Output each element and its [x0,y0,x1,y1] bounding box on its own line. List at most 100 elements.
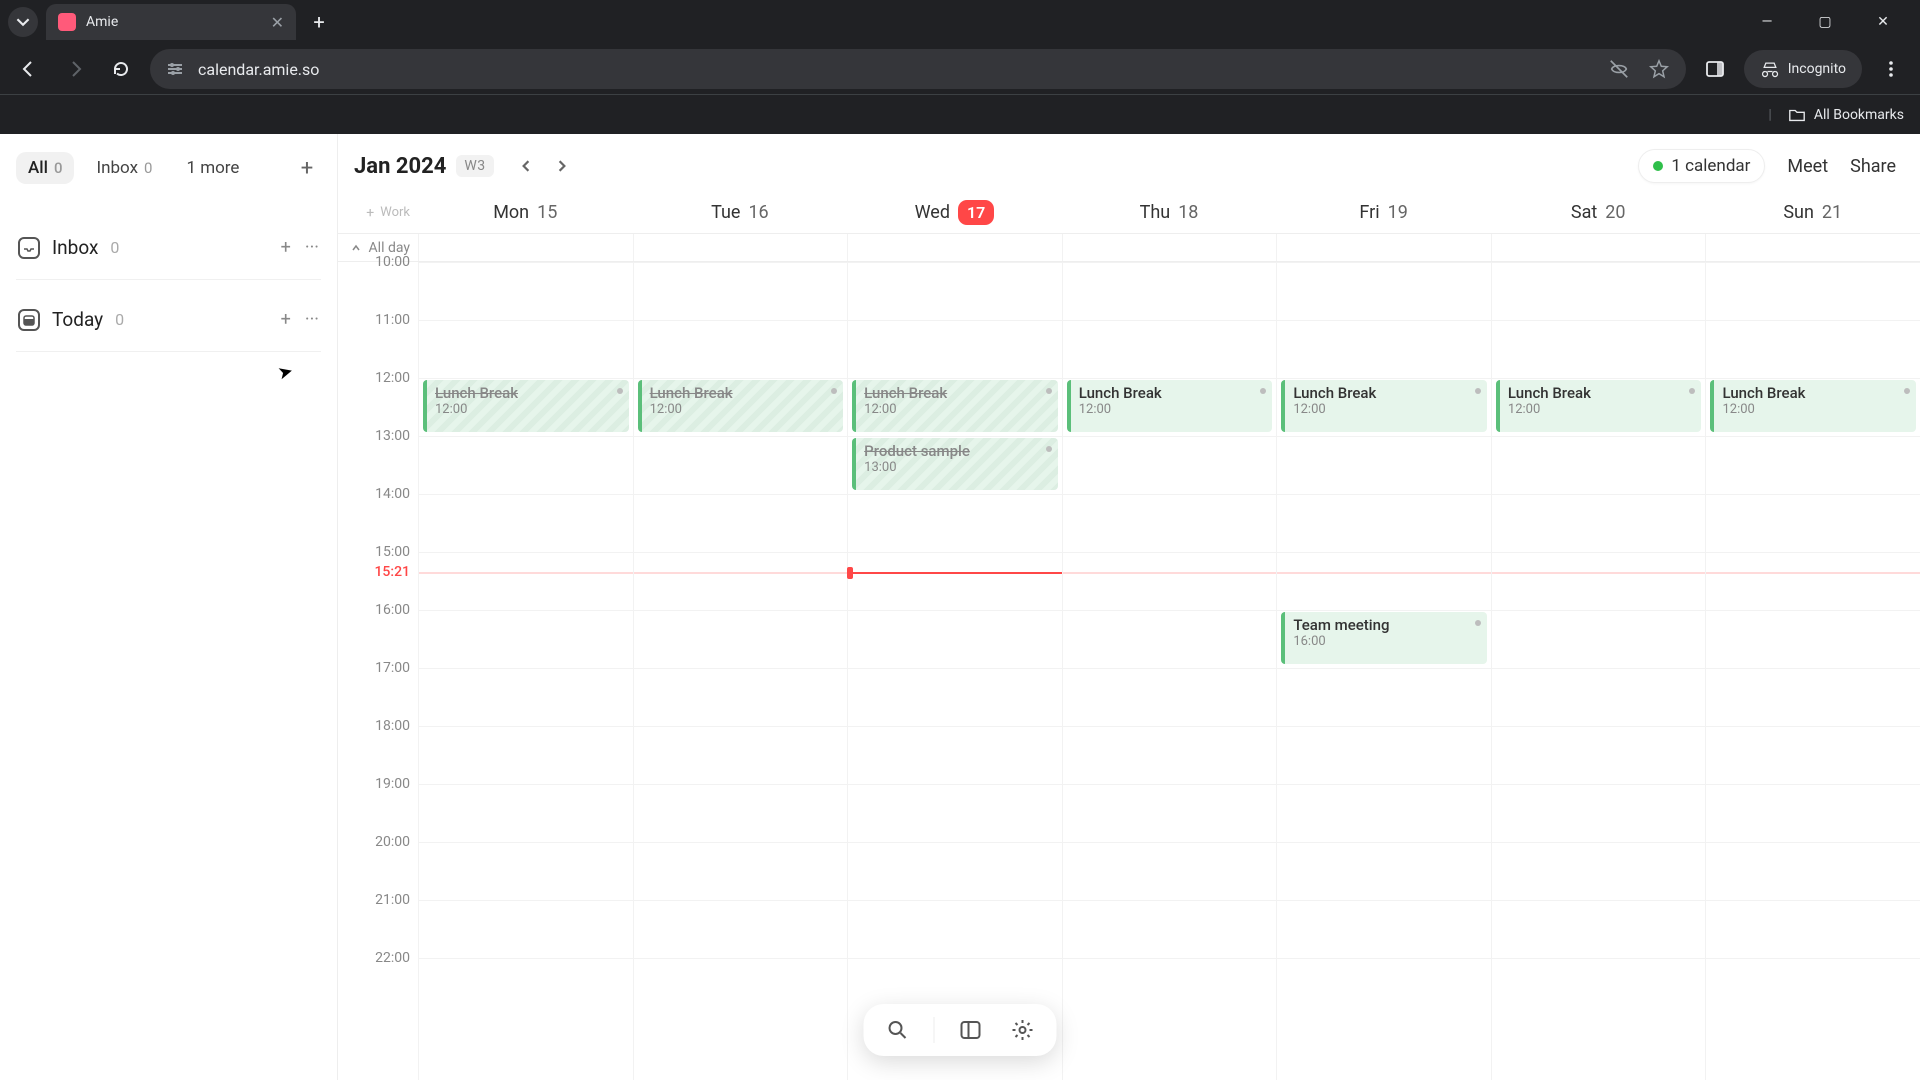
minimize-button[interactable]: — [1752,14,1782,30]
plus-icon: + [366,205,374,221]
time-label: 13:00 [375,428,410,444]
time-label: 16:00 [375,602,410,618]
sidebar-section-count: 0 [115,310,124,329]
eye-off-icon[interactable] [1608,58,1630,80]
gear-icon [1011,1018,1035,1042]
day-column[interactable]: Lunch Break12:00 Team meeting16:00 [1276,262,1491,1080]
calendar-count-pill[interactable]: 1 calendar [1638,149,1765,183]
day-header[interactable]: Fri19 [1276,192,1491,233]
prev-week-button[interactable] [512,152,540,180]
sidebar-section-today[interactable]: Today 0 + ··· [16,302,321,337]
section-more-button[interactable]: ··· [305,309,319,330]
event-time: 13:00 [864,460,1050,475]
site-settings-icon[interactable] [166,60,184,78]
sidebar-tab-more[interactable]: 1 more [174,152,251,184]
time-label: 12:00 [375,370,410,386]
time-label: 18:00 [375,718,410,734]
side-panel-button[interactable] [1698,52,1732,86]
day-header[interactable]: Thu18 [1062,192,1277,233]
event-title: Lunch Break [1508,384,1694,402]
divider [934,1017,935,1043]
day-number: 16 [748,202,768,223]
day-header[interactable]: Mon15 [418,192,633,233]
time-label: 15:00 [375,544,410,560]
today-badge: 17 [958,200,994,225]
day-header[interactable]: Sun21 [1705,192,1920,233]
sidebar-tab-count: 0 [144,159,152,177]
folder-icon [1788,106,1806,124]
browser-tab[interactable]: Amie ✕ [46,4,296,40]
sidebar-section-inbox[interactable]: Inbox 0 + ··· [16,230,321,265]
sidebar-section-label: Inbox [52,236,98,259]
day-of-week: Tue [711,202,740,223]
status-dot-icon [1653,161,1663,171]
event-title: Lunch Break [864,384,1050,402]
calendar-grid[interactable]: 10:0011:0012:0013:0014:0015:0016:0017:00… [338,262,1920,1080]
day-of-week: Mon [493,202,529,223]
settings-button[interactable] [1007,1014,1039,1046]
event-status-dot [617,388,623,394]
calendar-event[interactable]: Lunch Break12:00 [638,380,844,432]
sidebar-tab-label: 1 more [186,158,239,178]
event-status-dot [831,388,837,394]
calendar-event[interactable]: Lunch Break12:00 [1710,380,1916,432]
day-columns: Lunch Break12:00Lunch Break12:00Lunch Br… [418,262,1920,1080]
bookmark-star-icon[interactable] [1648,58,1670,80]
day-column[interactable]: Lunch Break12:00 Product sample13:00 [847,262,1062,1080]
calendar-event[interactable]: Lunch Break12:00 [852,380,1058,432]
calendar-event[interactable]: Team meeting16:00 [1281,612,1487,664]
new-tab-button[interactable]: + [304,10,334,34]
calendar-event[interactable]: Lunch Break12:00 [423,380,629,432]
sidebar-tab-inbox[interactable]: Inbox 0 [84,152,164,184]
calendar-event[interactable]: Product sample13:00 [852,438,1058,490]
window-controls: — ▢ ✕ [1752,14,1912,30]
search-button[interactable] [882,1014,914,1046]
maximize-button[interactable]: ▢ [1810,14,1840,30]
day-header-row: + Work Mon15 Tue 16 Wed17Thu18Fri19Sat20Sun… [338,192,1920,234]
work-label-cell[interactable]: + Work [338,192,418,233]
day-column[interactable]: Lunch Break12:00 [1062,262,1277,1080]
time-label: 22:00 [375,950,410,966]
time-label: 17:00 [375,660,410,676]
close-tab-button[interactable]: ✕ [271,13,284,32]
incognito-label: Incognito [1788,61,1846,77]
section-more-button[interactable]: ··· [305,237,319,258]
favicon-icon [58,13,76,31]
sidebar-tab-all[interactable]: All 0 [16,152,74,184]
all-bookmarks-button[interactable]: All Bookmarks [1814,107,1904,123]
tab-title: Amie [86,14,118,30]
next-week-button[interactable] [548,152,576,180]
calendar-event[interactable]: Lunch Break12:00 [1067,380,1273,432]
search-icon [886,1018,910,1042]
day-header[interactable]: Sat20 [1491,192,1706,233]
layout-button[interactable] [955,1014,987,1046]
back-button[interactable] [12,52,46,86]
forward-button[interactable] [58,52,92,86]
day-column[interactable]: Lunch Break12:00 [1705,262,1920,1080]
month-label[interactable]: Jan 2024 [354,154,446,179]
event-time: 12:00 [1508,402,1694,417]
day-header[interactable]: Wed17 [847,192,1062,233]
reload-button[interactable] [104,52,138,86]
day-column[interactable]: Lunch Break12:00 [418,262,633,1080]
address-bar[interactable]: calendar.amie.so [150,49,1686,89]
share-button[interactable]: Share [1850,156,1896,177]
calendar-event[interactable]: Lunch Break12:00 [1281,380,1487,432]
section-add-button[interactable]: + [281,309,291,330]
event-status-dot [1260,388,1266,394]
event-title: Lunch Break [435,384,621,402]
sidebar-tabs: All 0 Inbox 0 1 more + [16,152,321,184]
url-text: calendar.amie.so [198,60,319,79]
calendar-event[interactable]: Lunch Break12:00 [1496,380,1702,432]
section-add-button[interactable]: + [281,237,291,258]
incognito-indicator[interactable]: Incognito [1744,50,1862,88]
close-window-button[interactable]: ✕ [1868,14,1898,30]
browser-menu-button[interactable] [1874,52,1908,86]
sidebar: All 0 Inbox 0 1 more + Inbox 0 + ··· [0,134,338,1080]
day-column[interactable]: Lunch Break12:00 [633,262,848,1080]
sidebar-add-button[interactable]: + [293,156,321,181]
meet-button[interactable]: Meet [1787,156,1828,177]
day-header[interactable]: Tue 16 [633,192,848,233]
day-column[interactable]: Lunch Break12:00 [1491,262,1706,1080]
tab-search-button[interactable] [8,7,38,37]
